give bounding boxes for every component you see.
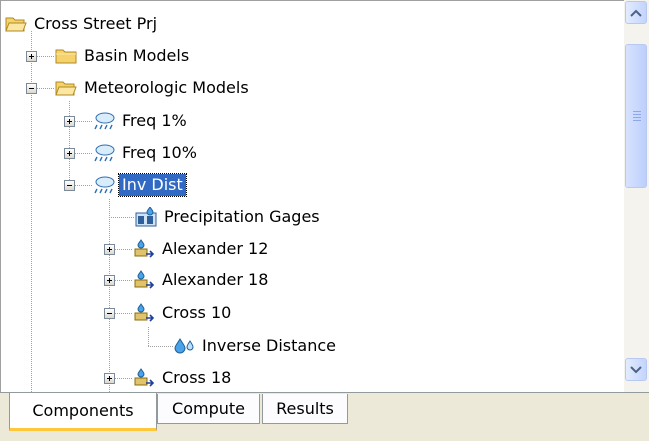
grip-line [633, 111, 641, 112]
gage-icon [133, 303, 155, 323]
watershed-explorer: Cross Street Prj Basin Models Meteorolog… [0, 0, 649, 441]
folder-icon [55, 46, 77, 66]
tree-node-freq-1[interactable]: Freq 1% [93, 108, 190, 134]
tree-node-label-selected: Inv Dist [118, 173, 187, 197]
collapse-minus-icon[interactable] [104, 308, 115, 319]
rain-cloud-icon [93, 175, 115, 195]
tree-node-cross-10[interactable]: Cross 10 [133, 300, 234, 326]
open-folder-icon [5, 14, 27, 34]
component-tree[interactable]: Cross Street Prj Basin Models Meteorolog… [0, 0, 624, 393]
tree-node-root[interactable]: Cross Street Prj [5, 11, 160, 37]
gage-icon [133, 368, 155, 388]
tree-node-label: Inverse Distance [202, 336, 336, 355]
grip-line [633, 114, 641, 115]
tab-components[interactable]: Components [9, 393, 157, 431]
collapse-minus-icon[interactable] [26, 83, 37, 94]
open-folder-icon [55, 78, 77, 98]
tree-node-label: Meteorologic Models [84, 78, 249, 97]
tree-node-cross-18[interactable]: Cross 18 [133, 365, 234, 391]
tree-node-alexander-12[interactable]: Alexander 12 [133, 236, 271, 262]
tab-label: Results [276, 399, 334, 418]
chevron-down-icon [630, 365, 642, 373]
tree-node-label: Freq 10% [122, 143, 197, 162]
expand-plus-icon[interactable] [104, 373, 115, 384]
tree-node-label: Cross 10 [162, 303, 232, 322]
tree-node-alexander-18[interactable]: Alexander 18 [133, 267, 271, 293]
tree-node-inv-dist[interactable]: Inv Dist [93, 172, 187, 198]
tree-node-inverse-distance[interactable]: Inverse Distance [173, 333, 339, 359]
gage-icon [133, 239, 155, 259]
tree-node-label: Precipitation Gages [164, 207, 320, 226]
expand-plus-icon[interactable] [104, 275, 115, 286]
tab-bar: Components Compute Results [0, 392, 649, 441]
expand-plus-icon[interactable] [104, 244, 115, 255]
expand-plus-icon[interactable] [26, 51, 37, 62]
expand-plus-icon[interactable] [64, 148, 75, 159]
precipitation-gages-icon [135, 207, 157, 227]
water-drops-icon [173, 336, 195, 356]
tab-results[interactable]: Results [262, 394, 348, 424]
tab-label: Components [32, 401, 134, 420]
tree-node-label: Cross 18 [162, 368, 232, 387]
rain-cloud-icon [93, 143, 115, 163]
tab-compute[interactable]: Compute [157, 394, 260, 424]
tree-node-basin-models[interactable]: Basin Models [55, 43, 192, 69]
vertical-scrollbar[interactable] [624, 0, 649, 392]
scroll-down-button[interactable] [625, 358, 647, 381]
tree-node-label: Basin Models [84, 46, 190, 65]
tree-node-label: Alexander 12 [162, 239, 269, 258]
tree-node-label: Alexander 18 [162, 270, 269, 289]
collapse-minus-icon[interactable] [64, 180, 75, 191]
grip-line [633, 120, 641, 121]
tree-node-label: Freq 1% [122, 111, 187, 130]
tree-node-label: Cross Street Prj [34, 14, 158, 33]
tree-node-meteorologic-models[interactable]: Meteorologic Models [55, 75, 252, 101]
rain-cloud-icon [93, 111, 115, 131]
tab-label: Compute [172, 399, 245, 418]
gage-icon [133, 270, 155, 290]
scroll-thumb[interactable] [625, 44, 647, 188]
scroll-up-button[interactable] [625, 1, 647, 24]
tree-node-precipitation-gages[interactable]: Precipitation Gages [135, 204, 323, 230]
tree-node-freq-10[interactable]: Freq 10% [93, 140, 200, 166]
chevron-up-icon [630, 9, 642, 17]
grip-line [633, 117, 641, 118]
expand-plus-icon[interactable] [64, 116, 75, 127]
